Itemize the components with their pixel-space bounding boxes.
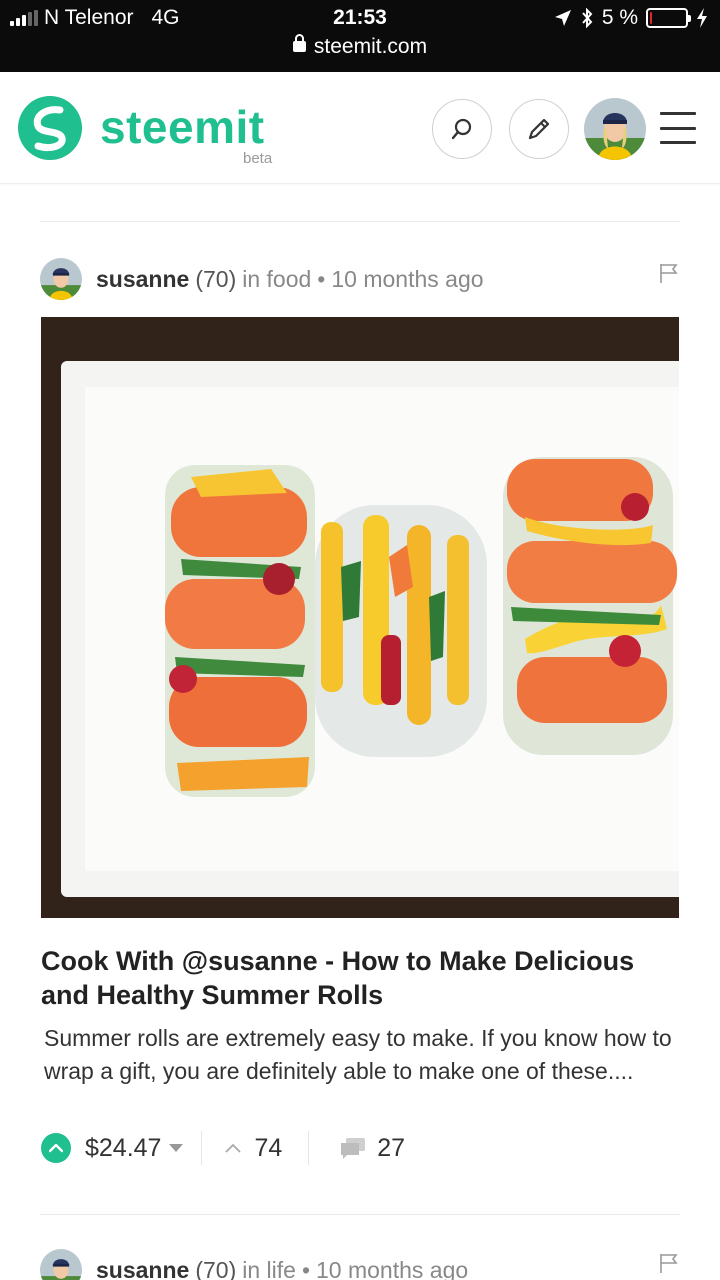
location-arrow-icon <box>554 10 571 26</box>
battery-percent: 5 % <box>601 6 638 29</box>
charging-bolt-icon <box>697 8 707 28</box>
author-name[interactable]: susanne <box>96 1257 189 1280</box>
comment-count[interactable]: 27 <box>377 1134 405 1163</box>
post-thumbnail[interactable] <box>41 317 679 918</box>
bluetooth-icon <box>582 8 593 28</box>
lock-icon <box>292 34 306 52</box>
post-footer: $24.47 74 27 <box>41 1128 405 1168</box>
meta-separator: • <box>317 265 326 292</box>
search-button[interactable] <box>432 99 492 159</box>
footer-separator <box>308 1131 310 1165</box>
post-excerpt[interactable]: Summer rolls are extremely easy to make.… <box>44 1022 680 1088</box>
feed-divider <box>40 221 680 222</box>
status-bar: N Telenor 4G 21:53 steemit.com 5 % <box>0 0 720 72</box>
author-avatar[interactable] <box>40 258 82 300</box>
post-category[interactable]: in life <box>242 1257 296 1280</box>
post-payout[interactable]: $24.47 <box>85 1134 161 1163</box>
post-category[interactable]: in food <box>242 266 311 293</box>
status-icons: 5 % <box>554 6 708 30</box>
upvote-button[interactable] <box>41 1133 71 1163</box>
pencil-icon <box>528 118 550 140</box>
logo-beta: beta <box>243 150 273 167</box>
vote-count[interactable]: 74 <box>254 1134 282 1163</box>
author-avatar[interactable] <box>40 1249 82 1280</box>
post-header: susanne (70) in food • 10 months ago <box>40 258 484 300</box>
post-age[interactable]: 10 months ago <box>316 1257 468 1280</box>
flag-icon[interactable] <box>658 262 680 284</box>
voters-chevron-icon[interactable] <box>224 1142 242 1154</box>
flag-icon[interactable] <box>658 1252 680 1274</box>
url-text: steemit.com <box>313 35 428 58</box>
payout-dropdown-icon[interactable] <box>169 1144 184 1152</box>
comments-icon[interactable] <box>339 1136 367 1160</box>
author-reputation: (70) <box>195 265 237 292</box>
author-reputation: (70) <box>195 1256 237 1280</box>
user-avatar[interactable] <box>584 98 646 160</box>
submit-post-button[interactable] <box>509 99 569 159</box>
logo-text[interactable]: steemit <box>100 100 265 154</box>
post-title[interactable]: Cook With @susanne - How to Make Delicio… <box>41 944 681 1012</box>
hamburger-menu-icon[interactable] <box>660 112 696 144</box>
chevron-up-icon <box>49 1143 63 1153</box>
post-header: susanne (70) in life • 10 months ago <box>40 1249 468 1280</box>
author-name[interactable]: susanne <box>96 266 189 293</box>
footer-separator <box>201 1131 203 1165</box>
steemit-logo-icon[interactable] <box>16 94 84 162</box>
site-header: steemit beta <box>0 72 720 184</box>
feed-divider <box>40 1214 680 1215</box>
meta-separator: • <box>301 1256 310 1280</box>
post-age[interactable]: 10 months ago <box>331 266 483 293</box>
battery-icon <box>646 8 691 28</box>
url-bar[interactable]: steemit.com <box>0 34 720 59</box>
search-icon <box>451 118 472 140</box>
